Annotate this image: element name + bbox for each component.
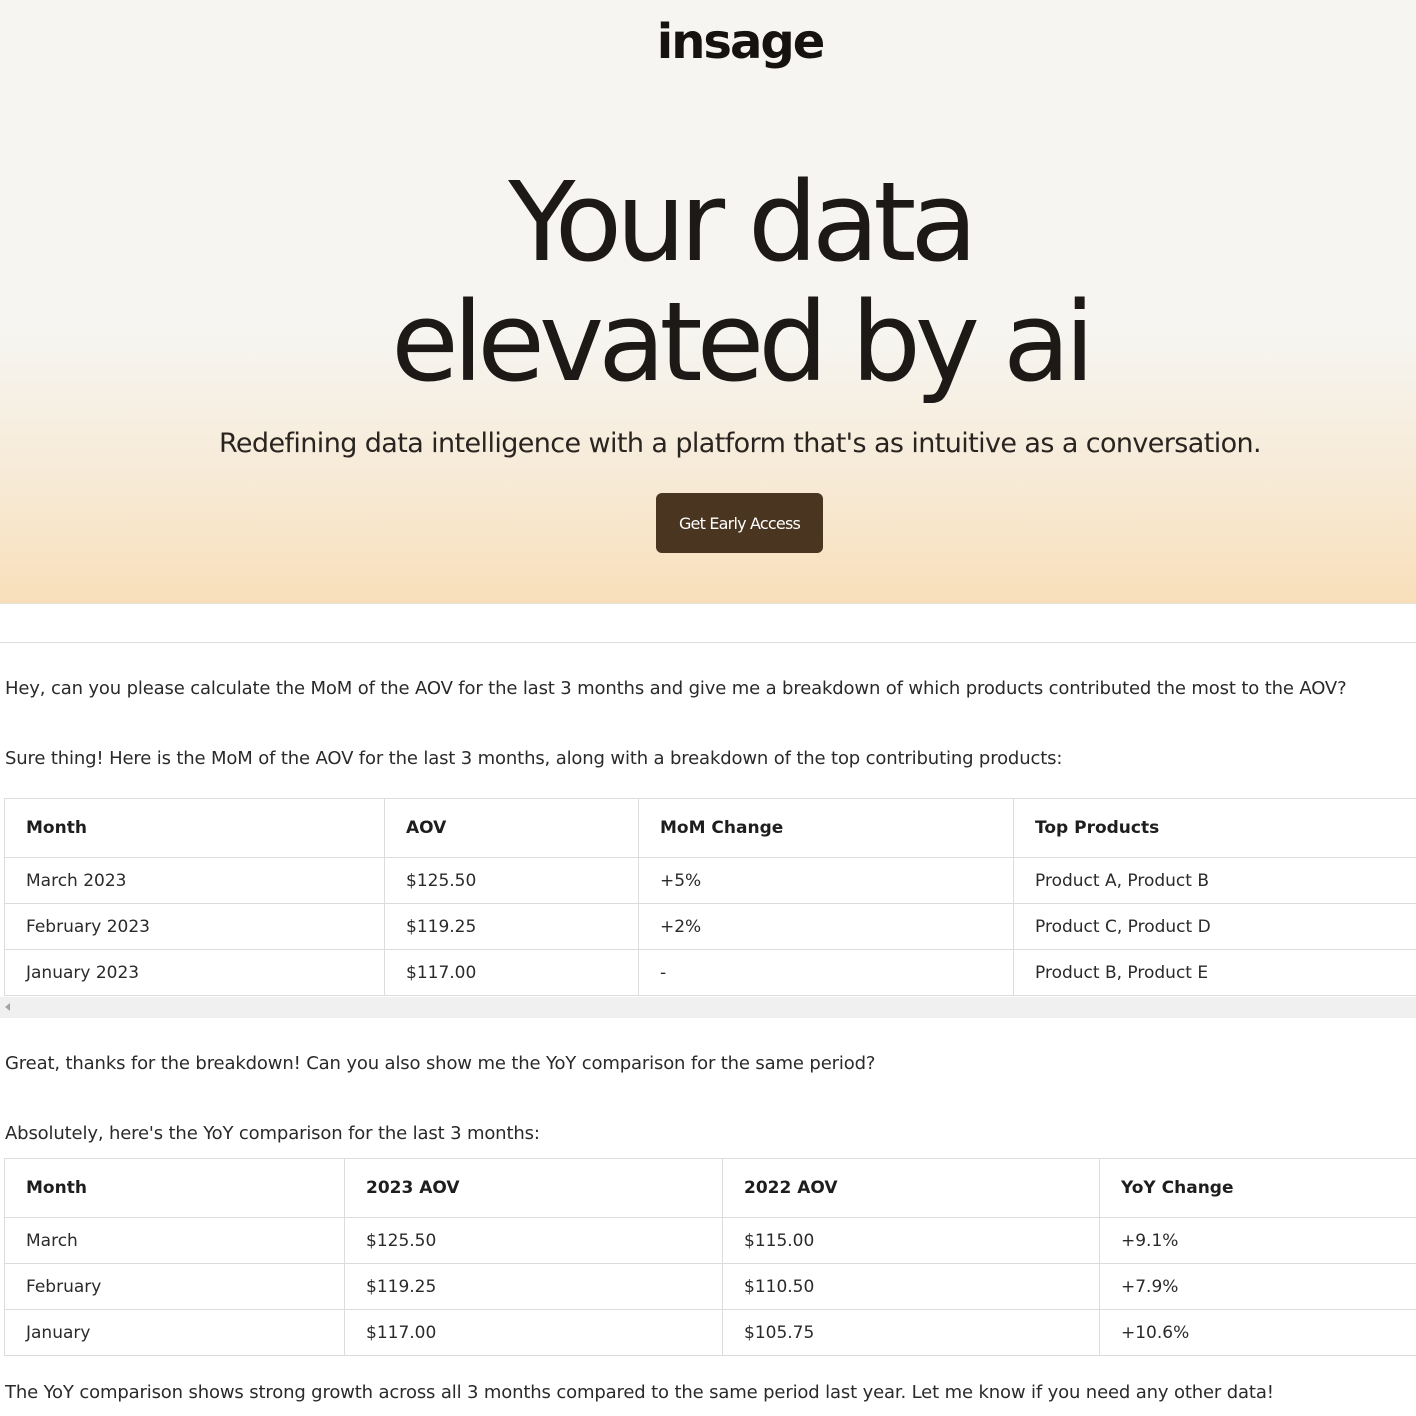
- column-header-2022-aov: 2022 AOV: [722, 1158, 1100, 1218]
- table-row: January $117.00 $105.75 +10.6%: [4, 1309, 1416, 1356]
- table-cell: January: [4, 1309, 345, 1356]
- scroll-left-arrow-icon[interactable]: [5, 1003, 10, 1011]
- table-cell: $117.00: [344, 1309, 723, 1356]
- table-cell: $119.25: [344, 1263, 723, 1310]
- table-cell: $119.25: [384, 903, 639, 950]
- table-row: February $119.25 $110.50 +7.9%: [4, 1263, 1416, 1310]
- table-cell: Product A, Product B: [1013, 857, 1416, 904]
- table-header-row: Month 2023 AOV 2022 AOV YoY Change: [4, 1158, 1416, 1218]
- headline-line-1: Your data: [508, 158, 978, 286]
- table-row: January 2023 $117.00 - Product B, Produc…: [4, 949, 1416, 996]
- table-row: March $125.50 $115.00 +9.1%: [4, 1217, 1416, 1264]
- table-cell: $105.75: [722, 1309, 1100, 1356]
- table-cell: $115.00: [722, 1217, 1100, 1264]
- get-early-access-button[interactable]: Get Early Access: [656, 493, 823, 553]
- table-cell: February: [4, 1263, 345, 1310]
- section-divider: [0, 642, 1416, 643]
- table-cell: $117.00: [384, 949, 639, 996]
- table-header-row: Month AOV MoM Change Top Products: [4, 798, 1416, 858]
- table-cell: March 2023: [4, 857, 385, 904]
- ai-message-1: Sure thing! Here is the MoM of the AOV f…: [5, 748, 1063, 769]
- table-row: February 2023 $119.25 +2% Product C, Pro…: [4, 903, 1416, 950]
- table-cell: +10.6%: [1099, 1309, 1416, 1356]
- table-cell: +7.9%: [1099, 1263, 1416, 1310]
- table-cell: +2%: [638, 903, 1014, 950]
- table-cell: Product C, Product D: [1013, 903, 1416, 950]
- horizontal-scrollbar[interactable]: [0, 997, 1416, 1018]
- column-header-mom-change: MoM Change: [638, 798, 1014, 858]
- column-header-aov: AOV: [384, 798, 639, 858]
- table-cell: $125.50: [384, 857, 639, 904]
- table-cell: $110.50: [722, 1263, 1100, 1310]
- column-header-top-products: Top Products: [1013, 798, 1416, 858]
- column-header-month: Month: [4, 798, 385, 858]
- insage-logo[interactable]: insage: [0, 14, 1416, 70]
- table-cell: $125.50: [344, 1217, 723, 1264]
- table-row: March 2023 $125.50 +5% Product A, Produc…: [4, 857, 1416, 904]
- column-header-month: Month: [4, 1158, 345, 1218]
- user-message-1: Hey, can you please calculate the MoM of…: [5, 678, 1347, 699]
- ai-message-3: The YoY comparison shows strong growth a…: [5, 1382, 1274, 1403]
- yoy-table: Month 2023 AOV 2022 AOV YoY Change March…: [4, 1158, 1416, 1356]
- mom-table: Month AOV MoM Change Top Products March …: [4, 798, 1416, 996]
- ai-message-2: Absolutely, here's the YoY comparison fo…: [5, 1123, 540, 1144]
- column-header-2023-aov: 2023 AOV: [344, 1158, 723, 1218]
- table-cell: January 2023: [4, 949, 385, 996]
- column-header-yoy-change: YoY Change: [1099, 1158, 1416, 1218]
- hero-headline: Your data elevated by ai: [0, 162, 1416, 402]
- table-cell: +9.1%: [1099, 1217, 1416, 1264]
- table-cell: -: [638, 949, 1014, 996]
- table-cell: February 2023: [4, 903, 385, 950]
- hero-subheadline: Redefining data intelligence with a plat…: [218, 428, 1262, 459]
- headline-line-2: elevated by ai: [391, 278, 1095, 406]
- table-cell: March: [4, 1217, 345, 1264]
- table-cell: Product B, Product E: [1013, 949, 1416, 996]
- table-cell: +5%: [638, 857, 1014, 904]
- user-message-2: Great, thanks for the breakdown! Can you…: [5, 1053, 876, 1074]
- hero-section: insage Your data elevated by ai Redefini…: [0, 0, 1416, 604]
